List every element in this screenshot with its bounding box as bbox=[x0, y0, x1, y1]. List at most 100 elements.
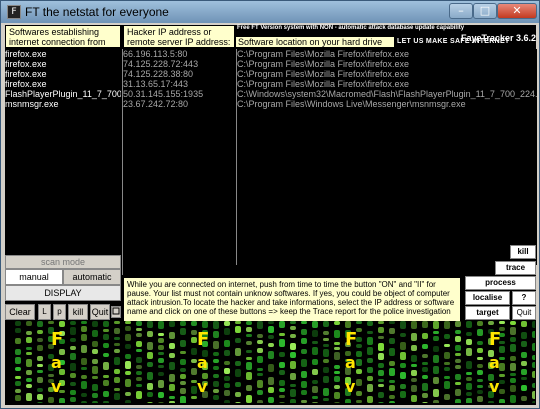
target-button[interactable]: target bbox=[465, 306, 510, 320]
list-item[interactable]: firefox.exe bbox=[5, 79, 121, 89]
matrix-dash bbox=[37, 364, 43, 367]
l-button[interactable]: L bbox=[38, 304, 51, 320]
matrix-dash bbox=[15, 328, 21, 333]
list-item[interactable]: C:\Program Files\Mozilla Firefox\firefox… bbox=[237, 59, 537, 69]
matrix-dash bbox=[15, 338, 21, 344]
matrix-dash bbox=[290, 326, 296, 330]
maximize-button[interactable]: □ bbox=[473, 3, 497, 19]
list-item[interactable]: 50.31.145.155:1935 bbox=[123, 89, 236, 99]
list-item[interactable]: firefox.exe bbox=[5, 49, 121, 59]
matrix-dash bbox=[70, 382, 76, 386]
matrix-dash bbox=[455, 389, 461, 396]
quit-button[interactable]: Quit bbox=[512, 306, 536, 320]
matrix-dash bbox=[37, 330, 43, 334]
localise-button[interactable]: localise bbox=[465, 291, 510, 305]
matrix-dash bbox=[290, 321, 296, 324]
matrix-dash bbox=[136, 357, 142, 363]
matrix-dash bbox=[477, 329, 483, 336]
matrix-dash bbox=[422, 354, 428, 358]
list-item[interactable]: C:\Program Files\Mozilla Firefox\firefox… bbox=[237, 49, 537, 59]
matrix-dash bbox=[367, 347, 373, 355]
process-button[interactable]: process bbox=[465, 276, 536, 290]
matrix-dash bbox=[136, 391, 142, 399]
list-item[interactable]: firefox.exe bbox=[5, 69, 121, 79]
matrix-dash bbox=[103, 329, 109, 332]
matrix-dash bbox=[521, 361, 527, 366]
matrix-dash bbox=[466, 332, 472, 336]
matrix-dash bbox=[510, 363, 516, 371]
matrix-dash bbox=[136, 371, 142, 375]
list-item[interactable]: 31.13.65.17:443 bbox=[123, 79, 236, 89]
list-item[interactable]: 74.125.228.72:443 bbox=[123, 59, 236, 69]
list-item[interactable]: C:\Program Files\Windows Live\Messenger\… bbox=[237, 99, 537, 109]
matrix-dash bbox=[26, 337, 32, 343]
minimize-button[interactable]: – bbox=[449, 3, 473, 19]
matrix-dash bbox=[389, 401, 395, 403]
matrix-dash bbox=[180, 396, 186, 403]
title-bar[interactable]: F FT the netstat for everyone – □ ✕ bbox=[1, 1, 539, 23]
kill-button[interactable]: kill bbox=[510, 245, 536, 259]
list-item[interactable]: C:\Program Files\Mozilla Firefox\firefox… bbox=[237, 69, 537, 79]
matrix-dash bbox=[103, 391, 109, 397]
quit-small-button[interactable]: Quit bbox=[90, 304, 110, 320]
matrix-letter: F bbox=[345, 329, 358, 350]
matrix-dash bbox=[444, 376, 450, 379]
list-item[interactable]: FlashPlayerPlugin_11_7_700_2 bbox=[5, 89, 121, 99]
matrix-dash bbox=[433, 366, 439, 374]
matrix-dash bbox=[477, 321, 483, 326]
list-item[interactable]: msnmsgr.exe bbox=[5, 99, 121, 109]
matrix-dash bbox=[378, 321, 384, 324]
matrix-dash bbox=[246, 372, 252, 380]
help-button[interactable]: ? bbox=[512, 291, 536, 305]
matrix-dash bbox=[158, 345, 164, 350]
matrix-dash bbox=[246, 334, 252, 337]
matrix-dash bbox=[92, 321, 98, 327]
list-item[interactable]: 74.125.228.38:80 bbox=[123, 69, 236, 79]
matrix-dash bbox=[279, 339, 285, 347]
list-item[interactable]: firefox.exe bbox=[5, 59, 121, 69]
matrix-dash bbox=[48, 397, 54, 403]
software-list[interactable]: firefox.exe firefox.exe firefox.exe fire… bbox=[5, 49, 121, 255]
list-item[interactable]: C:\Windows\system32\Macromed\Flash\Flash… bbox=[237, 89, 537, 99]
matrix-animation: FavFavFavFav bbox=[11, 321, 535, 403]
automatic-button[interactable]: automatic bbox=[63, 269, 121, 285]
matrix-dash bbox=[268, 364, 274, 372]
matrix-dash bbox=[103, 353, 109, 357]
matrix-dash bbox=[37, 388, 43, 392]
path-list[interactable]: C:\Program Files\Mozilla Firefox\firefox… bbox=[236, 49, 537, 265]
display-button[interactable]: DISPLAY bbox=[5, 285, 121, 301]
matrix-dash bbox=[26, 370, 32, 375]
close-button[interactable]: ✕ bbox=[497, 3, 537, 19]
matrix-dash bbox=[257, 348, 263, 353]
matrix-dash bbox=[290, 373, 296, 380]
clear-button[interactable]: Clear bbox=[5, 304, 35, 320]
matrix-dash bbox=[389, 395, 395, 399]
matrix-letter: v bbox=[51, 377, 62, 396]
manual-button[interactable]: manual bbox=[5, 269, 63, 285]
matrix-dash bbox=[147, 331, 153, 337]
matrix-dash bbox=[81, 401, 87, 403]
ip-list[interactable]: 66.196.113.5:80 74.125.228.72:443 74.125… bbox=[122, 49, 236, 275]
matrix-dash bbox=[136, 333, 142, 337]
matrix-dash bbox=[400, 391, 406, 398]
matrix-dash bbox=[246, 341, 252, 345]
trace-button[interactable]: trace bbox=[495, 261, 536, 275]
kill-small-button[interactable]: kill bbox=[68, 304, 88, 320]
list-item[interactable]: C:\Program Files\Mozilla Firefox\firefox… bbox=[237, 79, 537, 89]
matrix-dash bbox=[81, 375, 87, 379]
matrix-letter: a bbox=[51, 353, 62, 372]
matrix-dash bbox=[158, 380, 164, 388]
resize-icon[interactable] bbox=[111, 306, 121, 318]
matrix-dash bbox=[521, 321, 527, 327]
matrix-dash bbox=[466, 377, 472, 381]
matrix-dash bbox=[356, 321, 362, 324]
matrix-dash bbox=[224, 390, 230, 396]
matrix-dash bbox=[477, 341, 483, 345]
matrix-dash bbox=[334, 371, 340, 374]
matrix-dash bbox=[257, 400, 263, 403]
list-item[interactable]: 66.196.113.5:80 bbox=[123, 49, 236, 59]
list-item[interactable]: 23.67.242.72:80 bbox=[123, 99, 236, 109]
matrix-dash bbox=[224, 350, 230, 356]
matrix-dash bbox=[532, 362, 535, 368]
p-button[interactable]: p bbox=[53, 304, 66, 320]
